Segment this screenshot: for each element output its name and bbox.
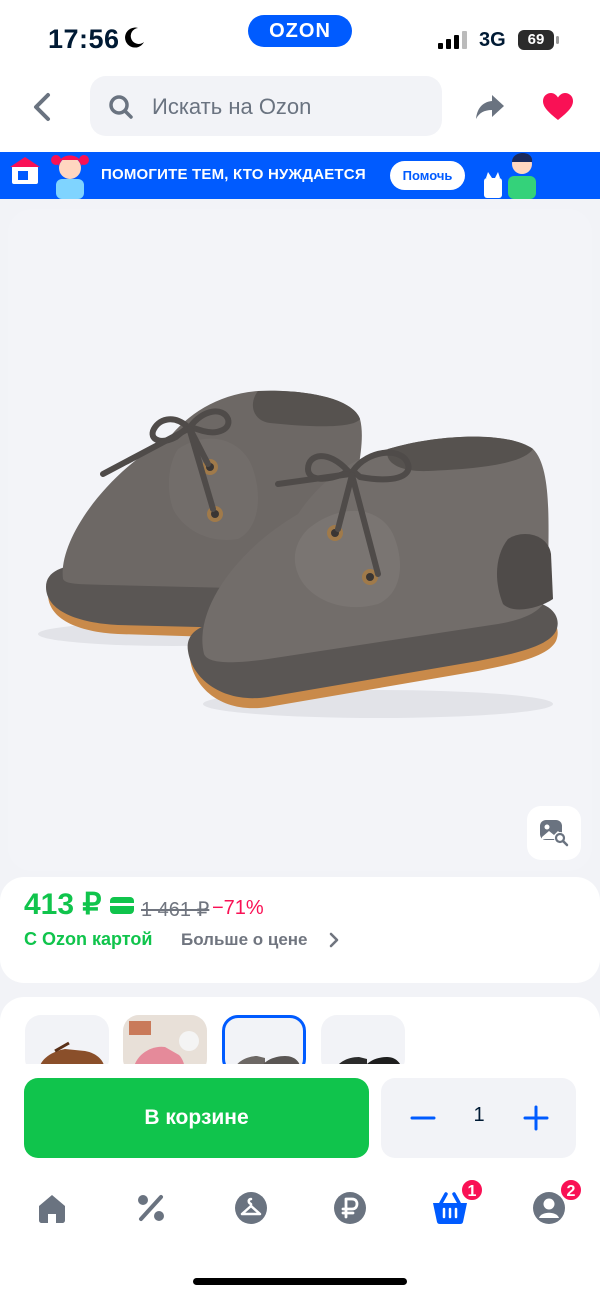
share-button[interactable] bbox=[472, 89, 508, 125]
price-block: 413 ₽ 1 461 ₽ −71% С Ozon картой Больше … bbox=[0, 877, 600, 983]
status-bar: 17:56 OZON 3G 69 bbox=[0, 0, 600, 75]
search-icon bbox=[109, 95, 133, 119]
photo-search-button[interactable] bbox=[527, 806, 581, 860]
tab-home[interactable] bbox=[32, 1188, 72, 1228]
home-indicator bbox=[193, 1278, 407, 1285]
chevron-right-icon[interactable] bbox=[328, 931, 340, 949]
quantity-stepper: 1 bbox=[381, 1078, 576, 1158]
charity-banner[interactable]: ПОМОГИТЕ ТЕМ, КТО НУЖДАЕТСЯ Помочь bbox=[0, 152, 600, 199]
product-gallery[interactable] bbox=[8, 209, 592, 871]
search-input[interactable]: Искать на Ozon bbox=[90, 76, 442, 136]
favorite-button[interactable] bbox=[540, 89, 576, 125]
search-header: Искать на Ozon bbox=[0, 75, 600, 152]
cart-badge: 1 bbox=[460, 1178, 484, 1202]
back-button[interactable] bbox=[24, 89, 60, 125]
ruble-icon bbox=[334, 1192, 366, 1224]
in-cart-button[interactable]: В корзине bbox=[24, 1078, 369, 1158]
banner-illustration-right bbox=[484, 153, 536, 199]
back-arrow-icon bbox=[34, 93, 50, 121]
minus-icon[interactable] bbox=[409, 1104, 437, 1132]
product-page: 17:56 OZON 3G 69 Искать на Ozon ПОМОГИТЕ… bbox=[0, 0, 600, 1297]
bottom-tab-bar: 1 2 bbox=[0, 1172, 600, 1297]
percent-icon bbox=[138, 1195, 164, 1221]
tab-promo[interactable] bbox=[131, 1188, 171, 1228]
ozon-logo: OZON bbox=[248, 15, 352, 47]
banner-text: ПОМОГИТЕ ТЕМ, КТО НУЖДАЕТСЯ bbox=[101, 166, 366, 183]
ozon-card-label: С Ozon картой bbox=[24, 929, 153, 949]
banner-illustration-left bbox=[10, 155, 89, 199]
moon-icon bbox=[125, 27, 144, 48]
signal-icon bbox=[438, 31, 467, 49]
hanger-icon bbox=[235, 1192, 267, 1224]
tab-fresh[interactable] bbox=[231, 1188, 271, 1228]
more-about-price-link[interactable]: Больше о цене bbox=[181, 930, 308, 950]
tab-finance[interactable] bbox=[330, 1188, 370, 1228]
profile-badge: 2 bbox=[559, 1178, 583, 1202]
home-icon bbox=[39, 1195, 65, 1223]
quantity-value: 1 bbox=[473, 1104, 485, 1126]
share-icon bbox=[476, 95, 504, 119]
old-price: 1 461 ₽ bbox=[141, 899, 210, 921]
battery-indicator: 69 bbox=[518, 30, 559, 50]
network-type: 3G bbox=[479, 29, 506, 51]
current-price: 413 ₽ bbox=[24, 888, 102, 921]
plus-icon[interactable] bbox=[522, 1104, 550, 1132]
product-image bbox=[38, 390, 558, 718]
discount-percent: −71% bbox=[212, 897, 264, 919]
heart-icon bbox=[543, 93, 573, 120]
banner-help-button[interactable]: Помочь bbox=[390, 161, 465, 190]
search-placeholder: Искать на Ozon bbox=[152, 94, 312, 119]
photo-search-icon bbox=[540, 820, 569, 847]
buy-bar: В корзине 1 bbox=[0, 1064, 600, 1172]
status-time: 17:56 bbox=[48, 24, 120, 54]
ozon-card-icon bbox=[110, 897, 134, 914]
